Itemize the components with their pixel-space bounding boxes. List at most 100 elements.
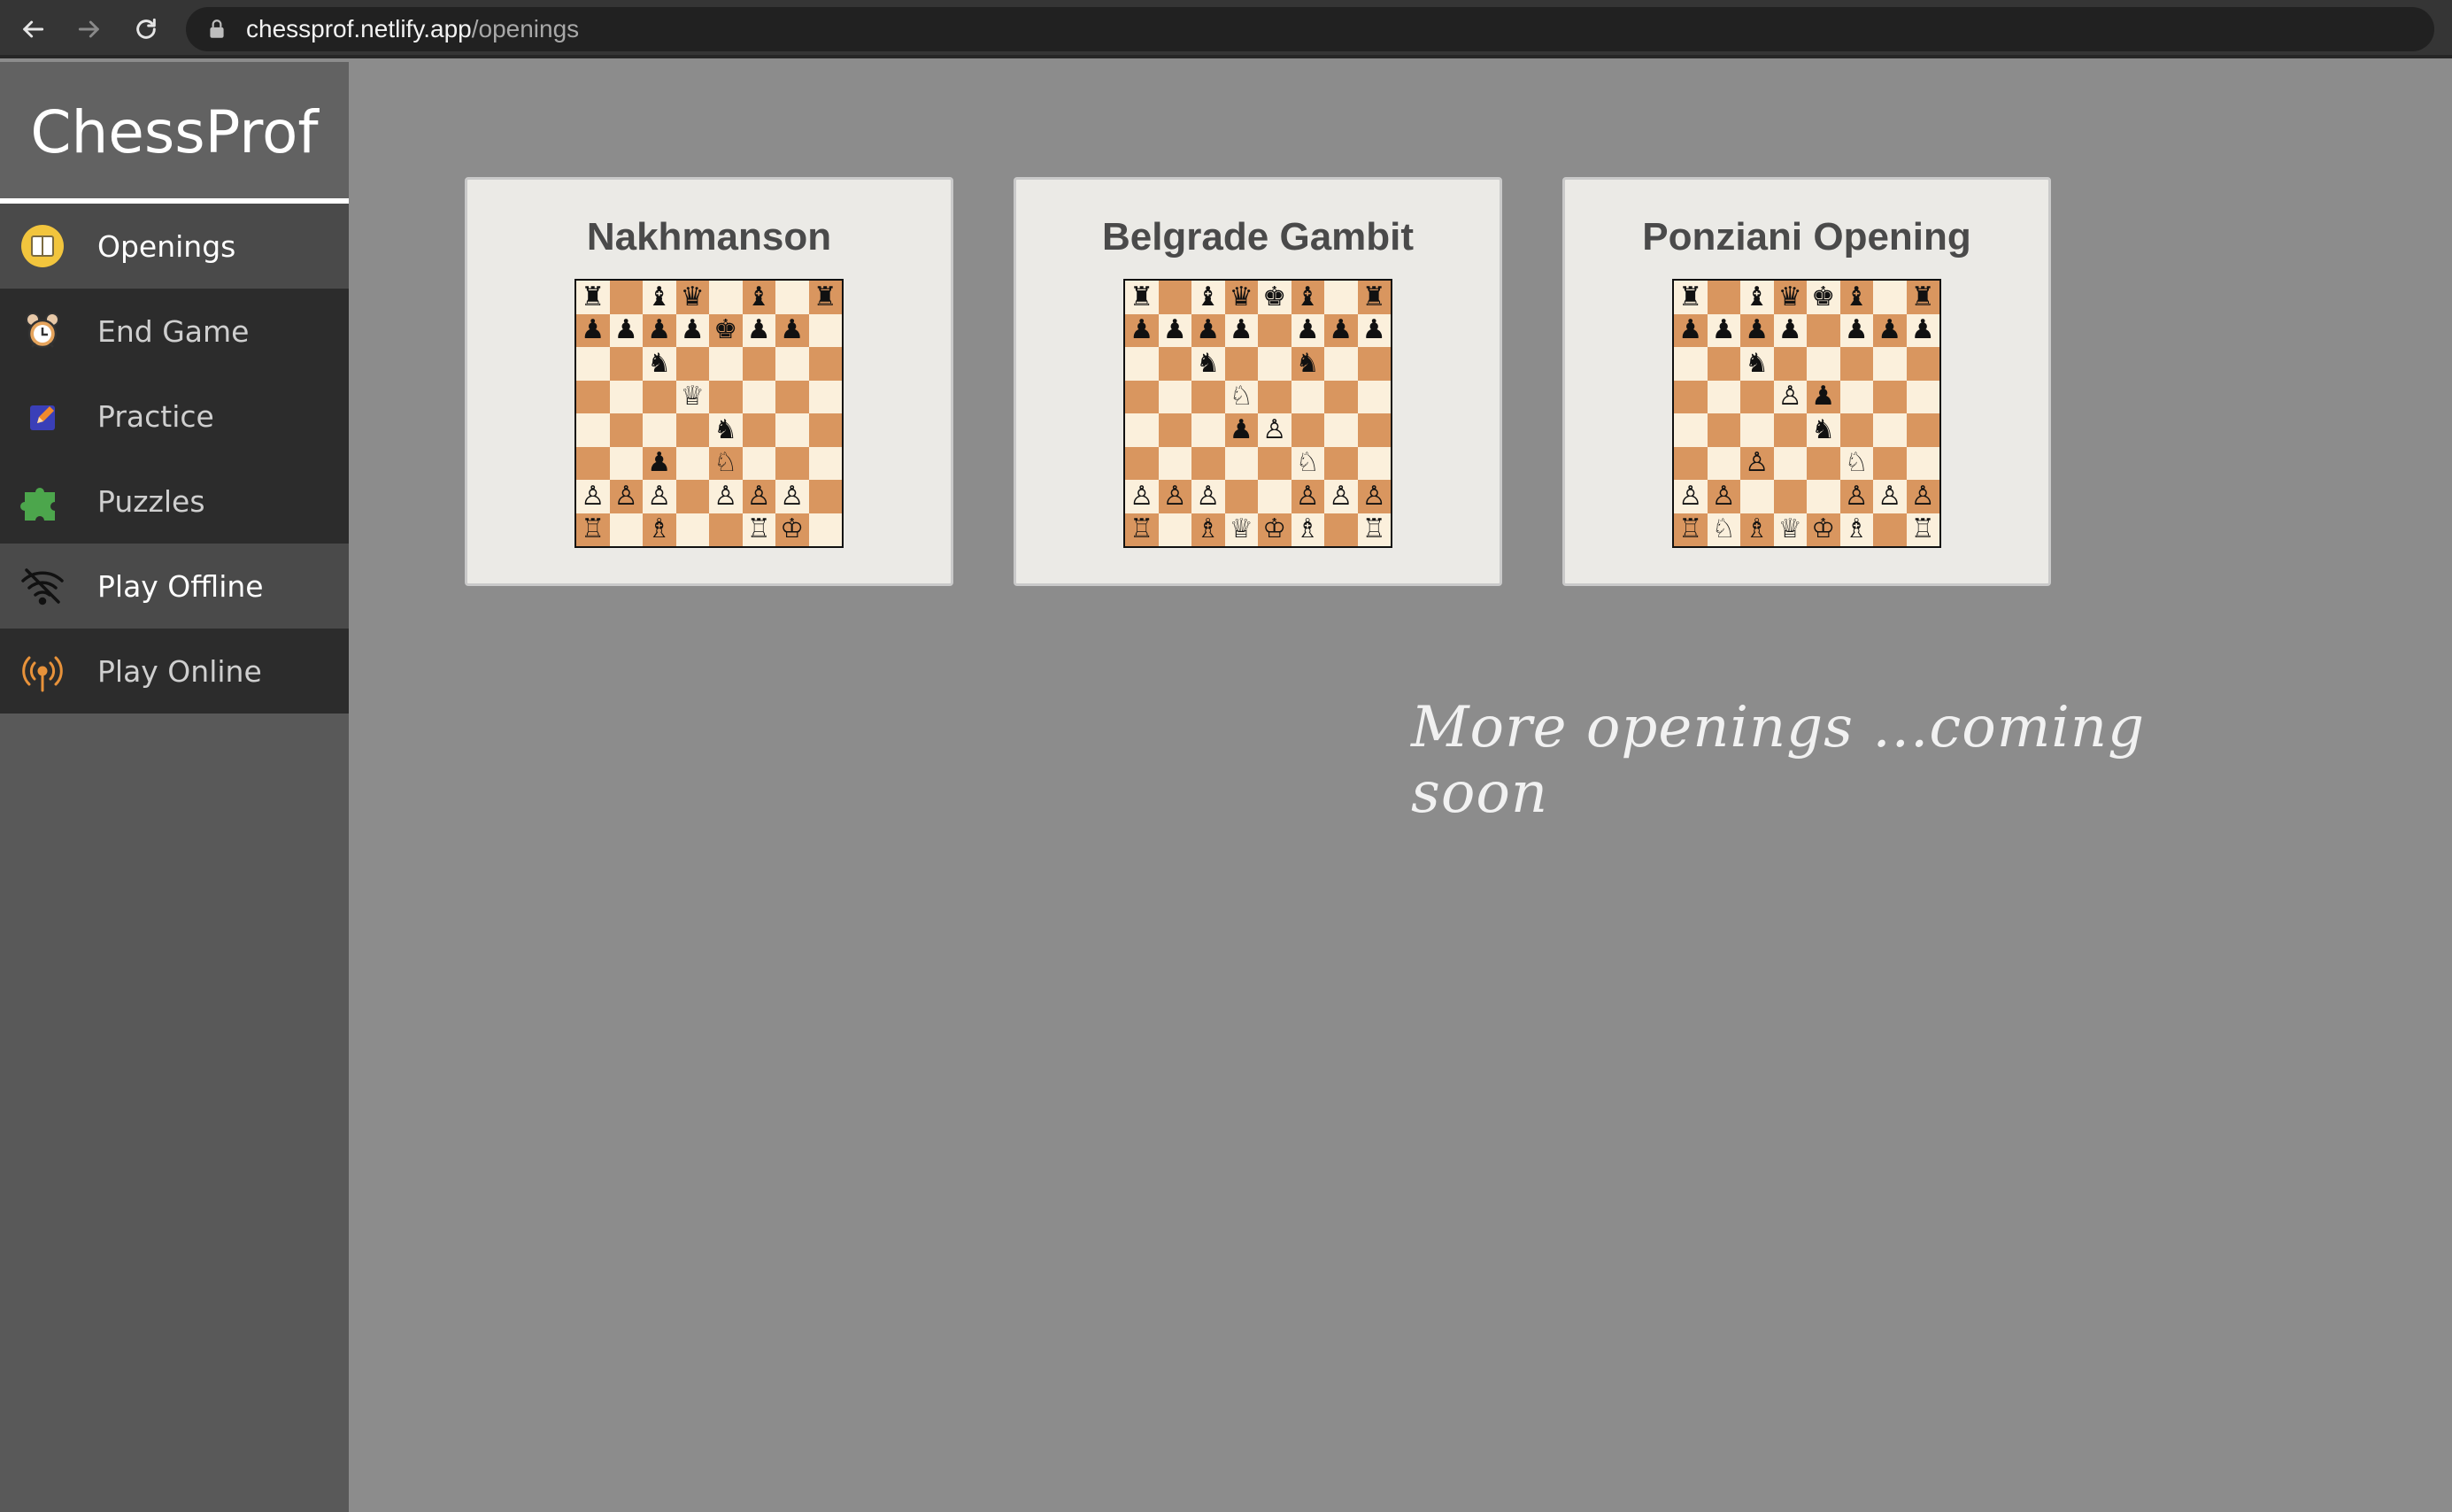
reload-button[interactable] (126, 9, 166, 50)
board-square[interactable]: ♙ (1258, 413, 1292, 447)
board-square[interactable] (1707, 281, 1740, 314)
black-pawn-icon[interactable]: ♟ (1296, 317, 1320, 343)
board-square[interactable] (609, 413, 643, 447)
board-square[interactable] (1291, 380, 1324, 413)
board-square[interactable] (775, 380, 809, 413)
board-square[interactable] (609, 380, 643, 413)
board-square[interactable]: ♗ (643, 513, 676, 546)
black-rook-icon[interactable]: ♜ (1362, 283, 1386, 311)
board-square[interactable] (1807, 446, 1840, 480)
board-square[interactable] (1807, 347, 1840, 381)
board-square[interactable]: ♙ (775, 480, 809, 513)
black-king-icon[interactable]: ♚ (1262, 283, 1286, 311)
board-square[interactable]: ♟ (1191, 313, 1225, 347)
address-bar[interactable]: chessprof.netlify.app/openings (186, 7, 2434, 51)
white-rook-icon[interactable]: ♖ (1130, 516, 1153, 543)
board-square[interactable]: ♖ (576, 513, 610, 546)
board-square[interactable]: ♟ (643, 313, 676, 347)
black-pawn-icon[interactable]: ♟ (1878, 317, 1901, 343)
board-square[interactable] (1906, 380, 1939, 413)
white-pawn-icon[interactable]: ♙ (780, 482, 804, 510)
black-knight-icon[interactable]: ♞ (647, 350, 671, 377)
board-square[interactable]: ♙ (742, 480, 775, 513)
white-pawn-icon[interactable]: ♙ (713, 482, 737, 510)
black-pawn-icon[interactable]: ♟ (1230, 416, 1253, 444)
white-pawn-icon[interactable]: ♙ (647, 482, 671, 510)
board-square[interactable] (1906, 413, 1939, 447)
board-square[interactable] (808, 380, 842, 413)
board-square[interactable] (709, 380, 743, 413)
board-square[interactable]: ♔ (1807, 513, 1840, 546)
board-square[interactable]: ♛ (1224, 281, 1258, 314)
board-square[interactable] (775, 413, 809, 447)
board-square[interactable]: ♟ (1773, 313, 1807, 347)
sidebar-item-puzzles[interactable]: Puzzles (0, 459, 349, 544)
board-square[interactable] (1158, 281, 1191, 314)
board-square[interactable] (808, 413, 842, 447)
white-pawn-icon[interactable]: ♙ (1163, 482, 1187, 510)
board-square[interactable]: ♟ (1674, 313, 1708, 347)
black-pawn-icon[interactable]: ♟ (1745, 317, 1769, 343)
white-bishop-icon[interactable]: ♗ (647, 516, 671, 543)
board-square[interactable]: ♜ (576, 281, 610, 314)
board-square[interactable]: ♟ (1807, 380, 1840, 413)
board-square[interactable] (1707, 380, 1740, 413)
board-square[interactable] (775, 446, 809, 480)
board-square[interactable] (576, 347, 610, 381)
board-square[interactable]: ♟ (775, 313, 809, 347)
board-square[interactable]: ♟ (1291, 313, 1324, 347)
board-square[interactable] (643, 413, 676, 447)
sidebar-item-play-online[interactable]: Play Online (0, 629, 349, 714)
black-pawn-icon[interactable]: ♟ (1778, 317, 1802, 343)
white-pawn-icon[interactable]: ♙ (1778, 383, 1802, 410)
white-bishop-icon[interactable]: ♗ (1845, 516, 1869, 543)
black-pawn-icon[interactable]: ♟ (647, 450, 671, 476)
board-square[interactable] (1839, 413, 1873, 447)
white-knight-icon[interactable]: ♘ (1845, 450, 1869, 476)
board-square[interactable]: ♚ (709, 313, 743, 347)
black-pawn-icon[interactable]: ♟ (614, 317, 638, 343)
black-bishop-icon[interactable]: ♝ (1196, 283, 1220, 311)
board-square[interactable]: ♞ (643, 347, 676, 381)
board-square[interactable] (576, 380, 610, 413)
sidebar-item-practice[interactable]: Practice (0, 374, 349, 459)
white-king-icon[interactable]: ♔ (1262, 516, 1286, 543)
board-square[interactable] (808, 347, 842, 381)
board-square[interactable] (1906, 446, 1939, 480)
board-square[interactable] (808, 313, 842, 347)
black-queen-icon[interactable]: ♛ (681, 283, 705, 311)
board-square[interactable]: ♚ (1807, 281, 1840, 314)
board-square[interactable] (1324, 347, 1358, 381)
board-square[interactable] (1873, 347, 1907, 381)
board-square[interactable]: ♟ (1158, 313, 1191, 347)
board-square[interactable] (1125, 380, 1159, 413)
board-square[interactable] (1258, 313, 1292, 347)
board-square[interactable] (1158, 347, 1191, 381)
black-pawn-icon[interactable]: ♟ (1163, 317, 1187, 343)
board-square[interactable]: ♗ (1740, 513, 1774, 546)
black-pawn-icon[interactable]: ♟ (1362, 317, 1386, 343)
white-knight-icon[interactable]: ♘ (1230, 383, 1253, 410)
black-bishop-icon[interactable]: ♝ (647, 283, 671, 311)
board-square[interactable]: ♖ (1674, 513, 1708, 546)
white-pawn-icon[interactable]: ♙ (614, 482, 638, 510)
black-bishop-icon[interactable]: ♝ (1845, 283, 1869, 311)
black-knight-icon[interactable]: ♞ (1296, 350, 1320, 377)
board-square[interactable] (1807, 480, 1840, 513)
board-square[interactable] (1125, 446, 1159, 480)
black-rook-icon[interactable]: ♜ (1130, 283, 1153, 311)
board-square[interactable]: ♙ (1740, 446, 1774, 480)
board-square[interactable] (1158, 413, 1191, 447)
board-square[interactable] (1191, 380, 1225, 413)
white-pawn-icon[interactable]: ♙ (1329, 482, 1353, 510)
black-knight-icon[interactable]: ♞ (1811, 416, 1835, 444)
board-square[interactable] (1773, 413, 1807, 447)
board-square[interactable] (1773, 480, 1807, 513)
white-pawn-icon[interactable]: ♙ (1878, 482, 1901, 510)
black-rook-icon[interactable]: ♜ (1678, 283, 1702, 311)
board-square[interactable]: ♞ (1191, 347, 1225, 381)
sidebar-item-end-game[interactable]: End Game (0, 289, 349, 374)
board-square[interactable]: ♝ (1291, 281, 1324, 314)
white-knight-icon[interactable]: ♘ (1296, 450, 1320, 476)
black-knight-icon[interactable]: ♞ (1196, 350, 1220, 377)
